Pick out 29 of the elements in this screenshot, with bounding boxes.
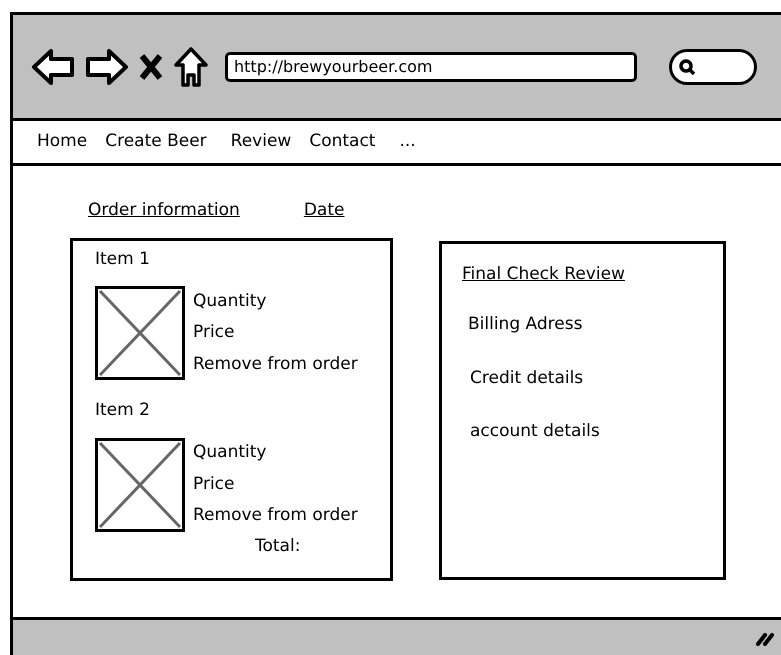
order-information-link[interactable]: Order information — [88, 198, 240, 224]
search-field[interactable] — [669, 48, 757, 84]
forward-arrow-icon[interactable] — [85, 46, 129, 86]
nav-link[interactable]: ... — [399, 129, 416, 155]
nav-link[interactable]: Create Beer — [105, 129, 207, 155]
final-check-review-link[interactable]: Final Check Review — [462, 262, 625, 287]
review-line: Credit details — [470, 366, 584, 390]
item-field: Quantity — [193, 440, 358, 466]
close-icon[interactable] — [139, 52, 163, 80]
date-link[interactable]: Date — [304, 198, 344, 224]
item-title: Item 2 — [95, 399, 151, 422]
item-field[interactable]: Remove from order — [193, 503, 358, 529]
home-icon[interactable] — [173, 46, 209, 88]
item-field: Price — [193, 320, 358, 346]
item-field: Price — [193, 472, 358, 498]
image-placeholder-icon — [95, 286, 185, 380]
item-field: Quantity — [193, 288, 358, 314]
nav-link[interactable]: Home — [37, 129, 88, 155]
nav-link[interactable]: Contact — [309, 129, 376, 155]
nav-link[interactable]: Review — [230, 129, 292, 155]
order-total: Total: — [255, 534, 302, 558]
search-icon — [678, 58, 696, 76]
review-line: account details — [470, 420, 601, 443]
item-title: Item 1 — [95, 248, 151, 270]
item-field[interactable]: Remove from order — [193, 352, 358, 378]
image-placeholder-icon — [95, 438, 185, 532]
review-line: Billing Adress — [468, 313, 584, 336]
back-arrow-icon[interactable] — [31, 46, 75, 86]
address-field[interactable]: http://brewyourbeer.com — [225, 52, 637, 82]
